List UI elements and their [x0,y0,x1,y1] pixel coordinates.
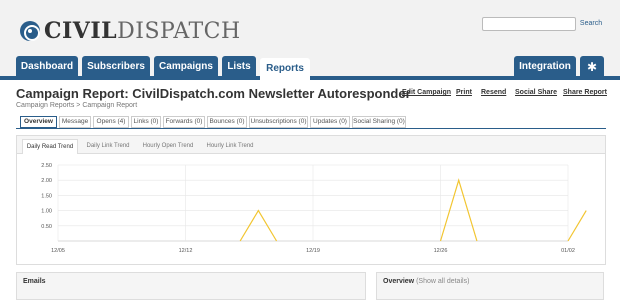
subtab-social-sharing[interactable]: Social Sharing (0) [352,116,406,128]
edit-campaign-link[interactable]: Edit Campaign [402,89,451,96]
search-input[interactable] [482,17,576,31]
tab-dashboard[interactable]: Dashboard [16,56,78,78]
share-report-link[interactable]: Share Report [563,89,607,96]
x-tick-label: 12/26 [434,248,448,254]
y-tick-label: 1.50 [41,193,52,199]
emails-panel-title: Emails [23,278,46,285]
y-tick-label: 2.50 [41,163,52,169]
trend-tab-daily-read[interactable]: Daily Read Trend [22,139,78,154]
print-link[interactable]: Print [456,89,472,96]
subtab-overview[interactable]: Overview [20,116,57,128]
tab-reports[interactable]: Reports [260,58,310,80]
x-tick-label: 12/12 [179,248,193,254]
overview-panel-label: Overview [383,278,415,285]
trend-tab-hourly-open[interactable]: Hourly Open Trend [138,139,198,154]
overview-panel-title: Overview (Show all details) [383,278,469,285]
subtab-divider [16,128,606,129]
trend-tab-daily-link[interactable]: Daily Link Trend [82,139,134,154]
x-tick-label: 12/19 [306,248,320,254]
tab-subscribers[interactable]: Subscribers [82,56,150,78]
subtab-message[interactable]: Message [59,116,91,128]
logo-civil: CIVIL [44,18,118,44]
trend-tabs: Daily Read Trend Daily Link Trend Hourly… [17,136,605,154]
y-tick-label: 1.00 [41,209,52,215]
series-line [567,210,587,242]
breadcrumb[interactable]: Campaign Reports > Campaign Report [16,102,137,109]
overview-panel: Overview (Show all details) [376,272,604,300]
x-tick-label: 01/02 [561,248,575,254]
app-header: CIVILDISPATCH Search [0,0,620,58]
logo-icon [20,21,40,41]
subtab-forwards[interactable]: Forwards (0) [163,116,205,128]
daily-read-trend-chart: 2.50 2.00 1.50 1.00 0.50 12/05 12/12 12/19 12/2… [41,163,587,254]
emails-panel: Emails [16,272,366,300]
logo-dispatch: DISPATCH [117,19,241,44]
gear-icon[interactable]: ✱ [580,56,604,78]
resend-link[interactable]: Resend [481,89,506,96]
show-all-details-link[interactable]: (Show all details) [416,278,469,285]
integration-button[interactable]: Integration [514,56,576,78]
brand-logo[interactable]: CIVILDISPATCH [20,18,241,44]
social-share-link[interactable]: Social Share [515,89,557,96]
trend-tab-hourly-link[interactable]: Hourly Link Trend [202,139,258,154]
y-tick-label: 2.00 [41,178,52,184]
tab-campaigns[interactable]: Campaigns [154,56,218,78]
tab-lists[interactable]: Lists [222,56,256,78]
chart-x-ticks: 12/05 12/12 12/19 12/26 01/02 [51,248,575,254]
x-tick-label: 12/05 [51,248,65,254]
logo-text: CIVILDISPATCH [44,18,241,44]
subtab-links[interactable]: Links (0) [131,116,161,128]
subtab-opens[interactable]: Opens (4) [93,116,129,128]
chart-y-ticks: 2.50 2.00 1.50 1.00 0.50 [41,163,52,230]
y-tick-label: 0.50 [41,224,52,230]
search-button[interactable]: Search [578,17,604,31]
subtab-bounces[interactable]: Bounces (0) [207,116,247,128]
subtab-unsubscriptions[interactable]: Unsubscriptions (0) [249,116,308,128]
page-title: Campaign Report: CivilDispatch.com Newsl… [16,86,411,101]
main-nav: Dashboard Subscribers Campaigns Lists Re… [0,56,620,80]
chart-grid [57,164,569,242]
subtab-updates[interactable]: Updates (0) [310,116,350,128]
